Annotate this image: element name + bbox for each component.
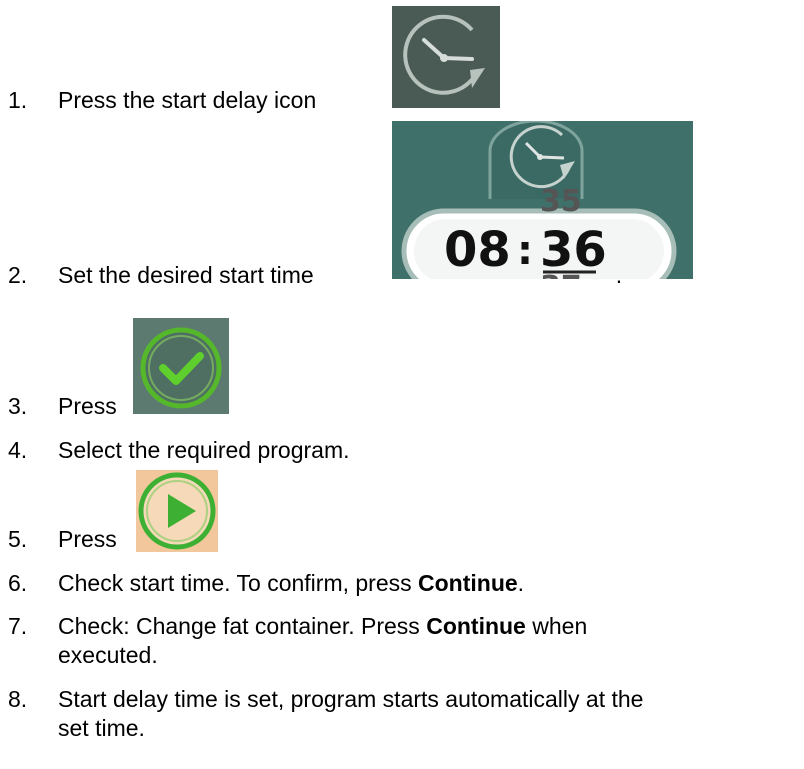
step-6-number: 6. — [8, 570, 28, 596]
step-8-line-2: set time. — [58, 715, 145, 741]
step-8-line-1: Start delay time is set, program starts … — [58, 686, 644, 712]
step-6-label: Check start time. To confirm, press — [58, 570, 419, 596]
continue-keyword: Continue — [418, 570, 518, 596]
step-7-line-1: Check: Change fat container. Press Conti… — [58, 612, 587, 641]
step-7-label: Check: Change fat container. Press — [58, 613, 427, 639]
continue-keyword: Continue — [426, 613, 526, 639]
step-5-number: 5. — [8, 526, 28, 552]
time-separator: : — [517, 228, 533, 274]
step-4-number: 4. — [8, 437, 28, 463]
step-7-label-end: when — [525, 613, 588, 639]
time-next-minutes: 37 — [540, 270, 582, 279]
start-delay-clock-icon — [392, 6, 500, 108]
step-4-text: Select the required program. — [58, 437, 350, 463]
step-3-number: 3. — [8, 393, 28, 419]
start-play-icon — [136, 470, 218, 552]
step-8-number: 8. — [8, 686, 28, 712]
step-6-period: . — [517, 570, 525, 596]
step-1-text: Press the start delay icon. — [58, 86, 429, 115]
confirm-check-icon — [133, 318, 229, 414]
step-1-label: Press the start delay icon — [58, 87, 317, 113]
step-5-label: Press — [58, 526, 117, 552]
step-2-number: 2. — [8, 262, 28, 288]
step-1-number: 1. — [8, 87, 28, 113]
start-time-display: 35 08 : 36 37 — [392, 121, 693, 279]
time-prev-minutes: 35 — [540, 184, 582, 219]
time-hours: 08 — [444, 222, 511, 278]
step-7-line-2: executed. — [58, 642, 158, 668]
step-7-number: 7. — [8, 613, 28, 639]
step-2-label: Set the desired start time — [58, 262, 314, 288]
step-6-text: Check start time. To confirm, press Cont… — [58, 569, 524, 598]
step-3-label: Press — [58, 393, 117, 419]
